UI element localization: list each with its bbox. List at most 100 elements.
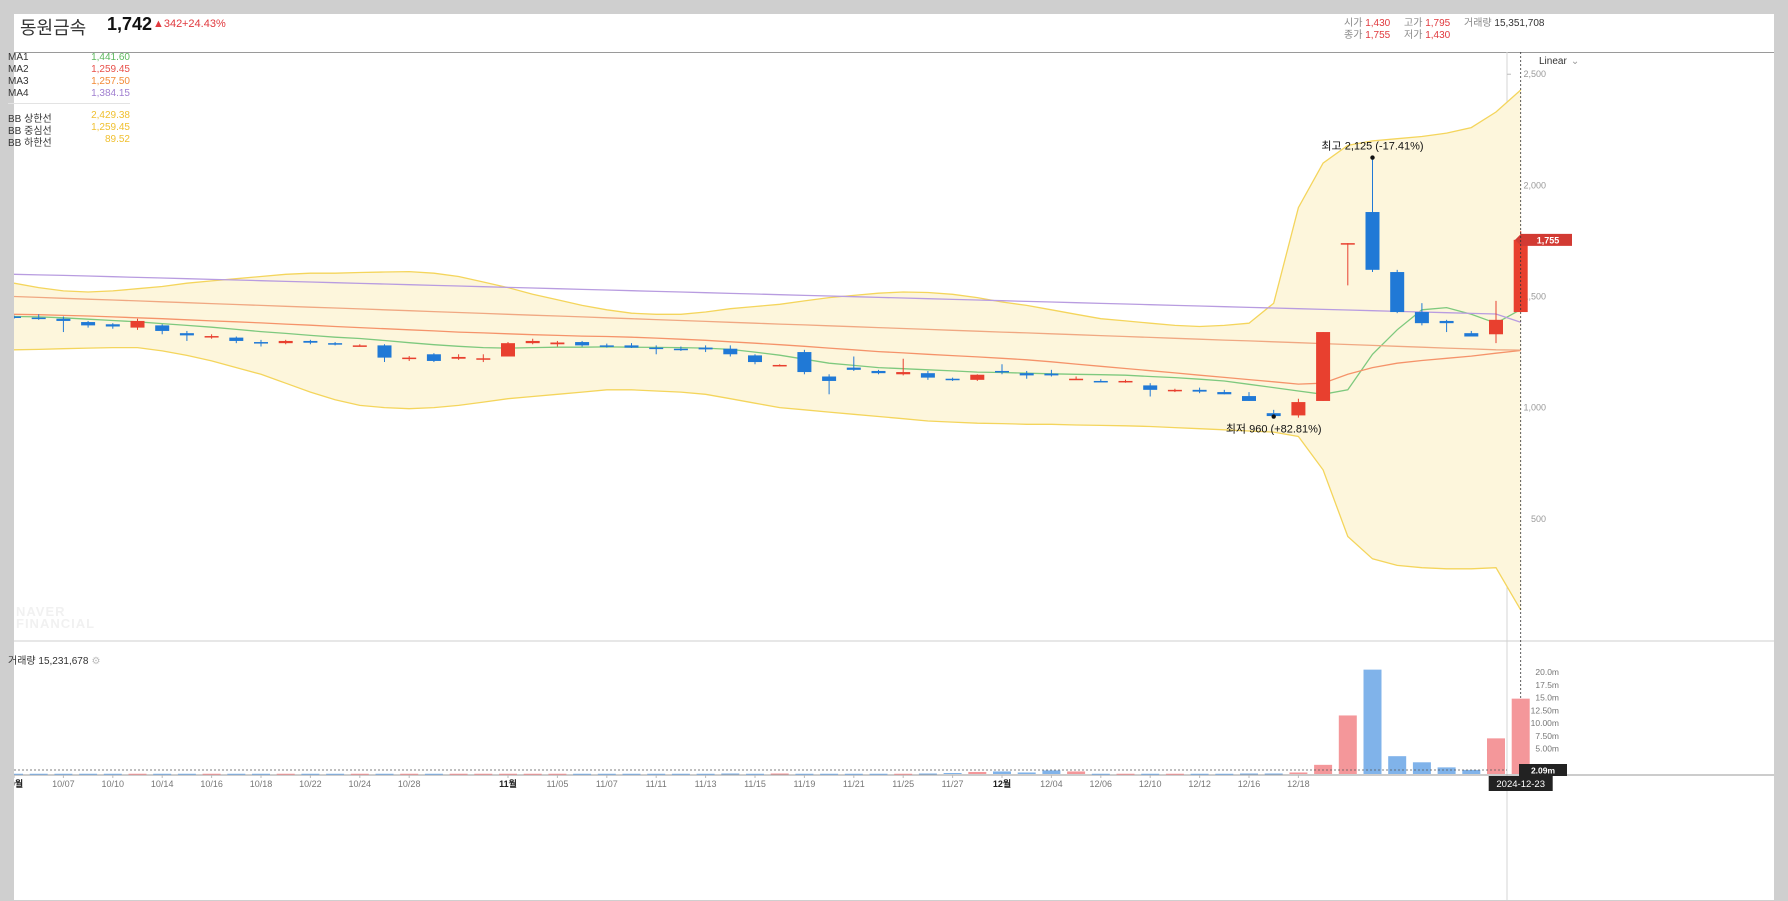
volume-bar	[1091, 773, 1110, 775]
naver-financial-watermark: NAVER FINANCIAL	[16, 604, 96, 631]
volume-bar	[54, 773, 73, 775]
volume-bar	[499, 773, 517, 775]
volume-bar	[474, 773, 493, 775]
candle-body	[1464, 333, 1479, 337]
volume-bar	[894, 773, 913, 775]
volume-bar	[177, 773, 196, 775]
volume-bar	[449, 773, 468, 775]
legend-bb-lower: BB 하한선 89.52	[8, 134, 130, 149]
x-axis-tick-label: 10/14	[151, 779, 174, 789]
x-axis-tick-label: 10/28	[398, 779, 421, 789]
candle-body	[550, 342, 565, 345]
chart-frame: 동원금속 1,742 ▲342 +24.43% 시가 1,430 고가 1,79…	[8, 14, 1774, 900]
volume-bar	[103, 773, 122, 775]
x-axis-tick-label: 11/19	[793, 779, 815, 789]
legend-ma4: MA4 1,384.15	[8, 88, 130, 99]
volume-bar	[1363, 669, 1382, 774]
candle-body	[822, 376, 837, 381]
candle-body	[254, 342, 268, 344]
y-axis-tick-label: 2,500	[1523, 69, 1546, 79]
volume-bar	[1240, 773, 1258, 775]
volume-bar	[1487, 738, 1505, 774]
candle-body	[1093, 380, 1108, 383]
volume-bar	[1017, 772, 1036, 774]
annotation-dot-high	[1370, 155, 1375, 160]
candle-body	[920, 373, 935, 378]
x-axis-tick-label: 10/07	[52, 779, 75, 789]
x-axis-tick-label: 10/10	[102, 779, 125, 789]
candle-body	[56, 318, 71, 321]
volume-current-tag-label: 2.09m	[1531, 766, 1556, 776]
volume-bar	[647, 773, 666, 775]
volume-bar	[1511, 698, 1530, 774]
annotation-high: 최고 2,125 (-17.41%)	[1321, 140, 1423, 153]
x-axis-tick-label: 12/16	[1238, 779, 1261, 789]
x-axis-tick-label: 11월	[499, 778, 517, 789]
volume-bar	[14, 773, 23, 775]
volume-bar	[523, 773, 542, 775]
candle-body	[1242, 396, 1256, 401]
candle-body	[229, 337, 244, 341]
x-axis-tick-label: 11/13	[695, 779, 717, 789]
volume-bar	[770, 773, 789, 775]
candle	[797, 349, 812, 375]
volume-bar	[1215, 773, 1234, 775]
volume-bar	[597, 773, 616, 775]
candle-body	[797, 352, 812, 373]
candle-body	[501, 343, 515, 357]
candle-body	[871, 370, 886, 374]
candle-body	[426, 354, 441, 361]
volume-bar	[301, 773, 320, 775]
candle	[1316, 332, 1331, 401]
x-axis-tick-label: 12/04	[1040, 779, 1063, 789]
gear-icon[interactable]: ⚙	[91, 656, 100, 667]
volume-bar	[1067, 771, 1086, 774]
candle-body	[278, 340, 293, 344]
x-axis-tick-label: 12/12	[1188, 779, 1211, 789]
volume-bar	[622, 773, 641, 775]
scale-mode-select[interactable]: Linear ⌄	[1539, 56, 1579, 67]
bollinger-band-fill	[14, 90, 1521, 610]
candle-body	[698, 347, 713, 350]
x-axis-tick-label: 11/11	[646, 779, 667, 789]
x-axis-tick-label: 12/06	[1090, 779, 1113, 789]
candle	[1390, 269, 1405, 314]
volume-bar	[1437, 767, 1456, 774]
candle-body	[599, 345, 614, 347]
volume-axis-tick-label: 12.50m	[1531, 705, 1559, 715]
candle-body	[377, 345, 392, 358]
candle-body	[451, 356, 466, 359]
volume-bar	[1412, 762, 1431, 774]
candle-body	[1143, 385, 1158, 390]
volume-bar	[350, 773, 369, 775]
x-axis-tick-label: 11/21	[843, 779, 865, 789]
candle-body	[649, 347, 664, 350]
volume-bar	[153, 773, 172, 775]
volume-bar	[820, 773, 839, 775]
volume-bar	[869, 773, 888, 775]
price-chart[interactable]: 5001,0001,5002,0002,500최고 2,125 (-17.41%…	[14, 14, 1774, 900]
volume-bar	[968, 771, 987, 774]
y-axis-tick-label: 500	[1531, 514, 1546, 524]
volume-bar	[128, 773, 147, 775]
volume-bar	[993, 771, 1011, 774]
x-axis-tick-label: 12/10	[1139, 779, 1162, 789]
candle-body	[81, 322, 96, 326]
candle-body	[31, 317, 46, 320]
candle-body	[1489, 319, 1503, 335]
x-axis-tick-label: 10월	[14, 778, 23, 789]
candle-body	[476, 358, 491, 360]
candle-body	[1069, 378, 1084, 381]
volume-bar	[1042, 770, 1061, 774]
candle-body	[772, 364, 787, 367]
volume-bar	[227, 773, 246, 775]
x-axis-tick-label: 10/22	[299, 779, 322, 789]
candle-body	[1044, 373, 1059, 376]
x-axis-tick-label: 12/18	[1287, 779, 1310, 789]
volume-bar	[375, 773, 394, 775]
volume-bar	[746, 773, 764, 775]
x-axis-tick-label: 10/24	[349, 779, 372, 789]
volume-axis-tick-label: 7.50m	[1535, 731, 1559, 741]
candle-body	[402, 357, 417, 360]
candle-body	[155, 325, 170, 331]
